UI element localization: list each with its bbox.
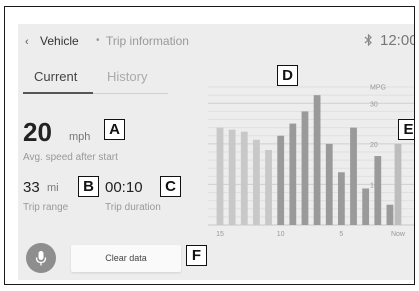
mpg-bar-chart: 102030MPG15 10 5 Now — [208, 84, 414, 238]
trip-range-unit: mi — [47, 182, 59, 194]
microphone-icon — [35, 251, 47, 266]
trip-range-label: Trip range — [23, 202, 69, 213]
x-tick-label: 10 — [277, 231, 285, 238]
clock: 12:00 — [380, 32, 415, 49]
mpg-bar — [216, 127, 224, 225]
mpg-bar — [362, 188, 370, 225]
avg-speed-value: 20 — [23, 117, 52, 147]
x-tick-label: 15 — [216, 231, 224, 238]
active-tab-underline — [23, 92, 93, 94]
avg-speed-label: Avg. speed after start — [23, 152, 118, 163]
x-tick-label: 5 — [339, 231, 343, 238]
trip-range-value: 33 — [23, 179, 40, 196]
bluetooth-icon — [364, 34, 372, 46]
mpg-bar — [253, 139, 260, 225]
y-tick-label: 20 — [370, 142, 378, 149]
breadcrumb-separator: • — [96, 35, 100, 46]
mpg-bar — [386, 204, 394, 225]
callout-b: B — [78, 176, 99, 197]
trip-information-screen: ‹ Vehicle • Trip information 12:00 Curre… — [18, 24, 415, 280]
chevron-left-icon[interactable]: ‹ — [25, 36, 29, 48]
callout-f: F — [186, 245, 207, 266]
y-tick-label: 30 — [370, 101, 378, 108]
microphone-button[interactable] — [26, 243, 56, 273]
mpg-bar — [325, 143, 333, 225]
mpg-bar — [350, 127, 357, 225]
mpg-bar — [289, 123, 297, 225]
mpg-bar — [265, 149, 272, 225]
mpg-bar — [240, 131, 248, 225]
mpg-bar — [337, 172, 345, 225]
breadcrumb-vehicle[interactable]: Vehicle — [40, 34, 79, 48]
trip-duration-label: Trip duration — [105, 202, 161, 213]
x-tick-label: Now — [391, 231, 406, 238]
callout-a: A — [104, 119, 125, 140]
mpg-bar — [374, 156, 382, 225]
avg-speed-unit: mph — [69, 131, 91, 143]
callout-e: E — [398, 119, 414, 140]
figure-frame: ‹ Vehicle • Trip information 12:00 Curre… — [4, 6, 415, 285]
trip-duration-value: 00:10 — [105, 179, 143, 196]
tab-current[interactable]: Current — [34, 69, 77, 84]
clear-data-button[interactable]: Clear data — [71, 245, 181, 272]
y-axis-label: MPG — [370, 84, 386, 91]
callout-d: D — [277, 65, 298, 86]
tab-history[interactable]: History — [107, 69, 147, 84]
mpg-bar — [301, 111, 309, 225]
callout-c: C — [160, 176, 181, 197]
mpg-bar — [277, 135, 285, 225]
mpg-bar — [228, 129, 236, 225]
mpg-bar — [313, 95, 321, 225]
current-mpg-bar — [394, 143, 402, 225]
breadcrumb-trip-information: Trip information — [106, 34, 189, 48]
